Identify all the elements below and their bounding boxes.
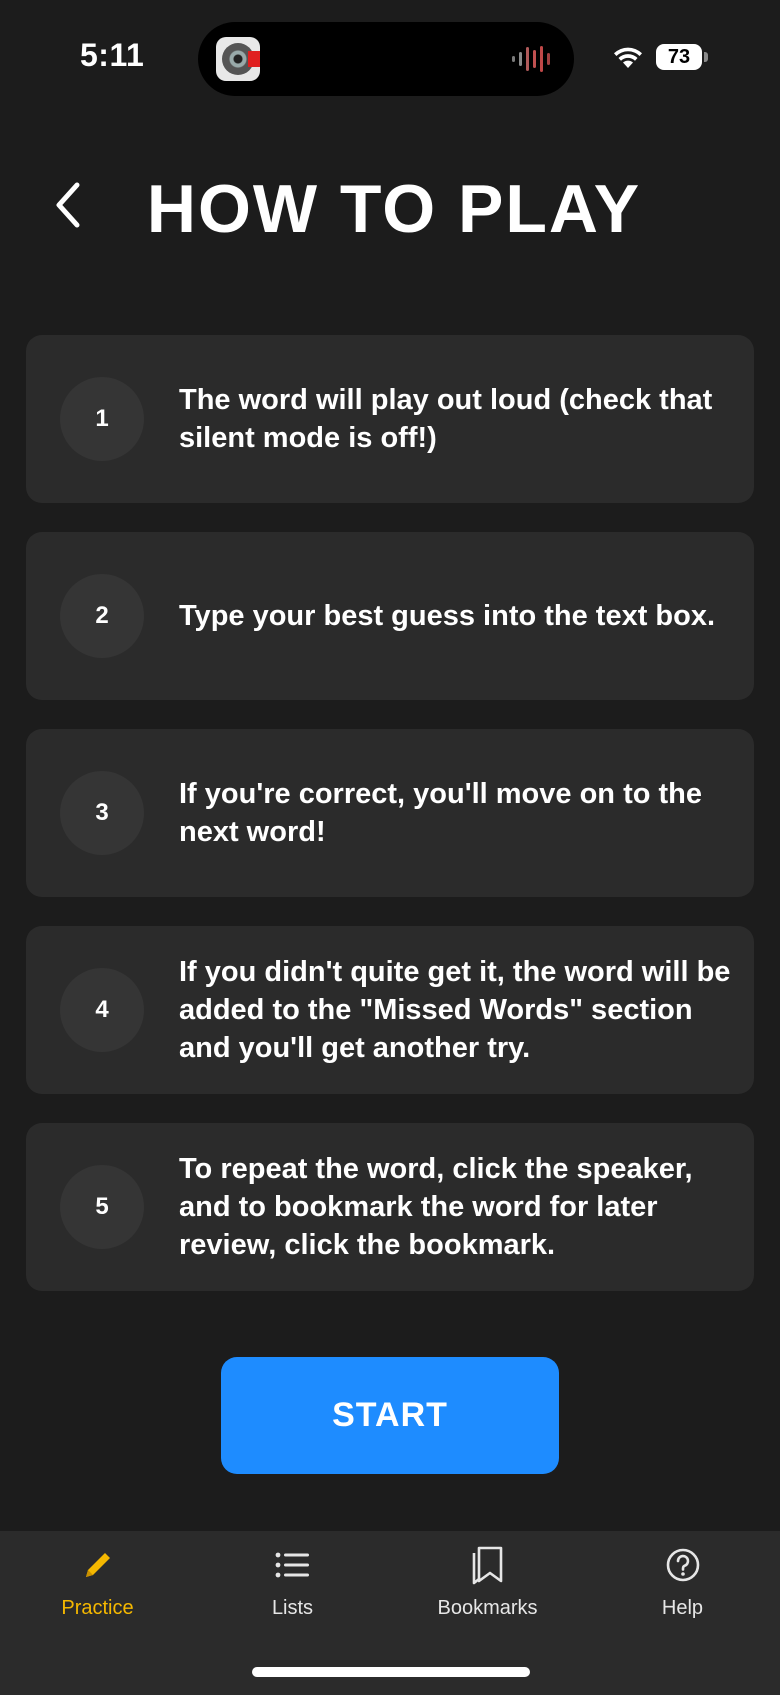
step-text: If you didn't quite get it, the word wil… bbox=[179, 956, 731, 1064]
step-number: 1 bbox=[60, 377, 144, 461]
step-number: 4 bbox=[60, 968, 144, 1052]
step-number: 5 bbox=[60, 1165, 144, 1249]
pencil-icon bbox=[78, 1545, 118, 1585]
list-icon bbox=[273, 1545, 313, 1585]
step-text: The word will play out loud (check that … bbox=[179, 384, 713, 454]
home-indicator bbox=[252, 1667, 530, 1677]
tab-help[interactable]: Help bbox=[585, 1531, 780, 1651]
tab-label: Help bbox=[661, 1597, 704, 1619]
bookmark-icon bbox=[468, 1545, 508, 1585]
dynamic-island bbox=[198, 22, 574, 96]
step-text: If you're correct, you'll move on to the… bbox=[179, 778, 702, 848]
step-text: To repeat the word, click the speaker, a… bbox=[179, 1153, 693, 1261]
tab-practice[interactable]: Practice bbox=[0, 1531, 195, 1651]
tab-lists[interactable]: Lists bbox=[195, 1531, 390, 1651]
start-button[interactable]: START bbox=[221, 1357, 559, 1474]
tab-label: Practice bbox=[61, 1597, 134, 1619]
battery-indicator: 73 bbox=[656, 44, 702, 70]
help-icon bbox=[663, 1545, 703, 1585]
step-number: 3 bbox=[60, 771, 144, 855]
battery-tip bbox=[704, 52, 708, 62]
steps-list: 1 The word will play out loud (check tha… bbox=[26, 335, 754, 1320]
step-card: 3 If you're correct, you'll move on to t… bbox=[26, 729, 754, 897]
page-title: HOW TO PLAY bbox=[146, 171, 642, 247]
wifi-icon bbox=[614, 47, 642, 68]
tab-label: Bookmarks bbox=[437, 1597, 538, 1619]
status-time: 5:11 bbox=[80, 37, 145, 73]
step-card: 5 To repeat the word, click the speaker,… bbox=[26, 1123, 754, 1291]
step-card: 2 Type your best guess into the text box… bbox=[26, 532, 754, 700]
step-card: 1 The word will play out loud (check tha… bbox=[26, 335, 754, 503]
tab-label: Lists bbox=[271, 1597, 314, 1619]
now-playing-app-icon bbox=[216, 37, 260, 81]
status-bar: 5:11 73 bbox=[0, 0, 780, 110]
step-card: 4 If you didn't quite get it, the word w… bbox=[26, 926, 754, 1094]
step-number: 2 bbox=[60, 574, 144, 658]
tab-bookmarks[interactable]: Bookmarks bbox=[390, 1531, 585, 1651]
step-text: Type your best guess into the text box. bbox=[179, 600, 716, 632]
audio-wave-icon bbox=[512, 46, 550, 72]
